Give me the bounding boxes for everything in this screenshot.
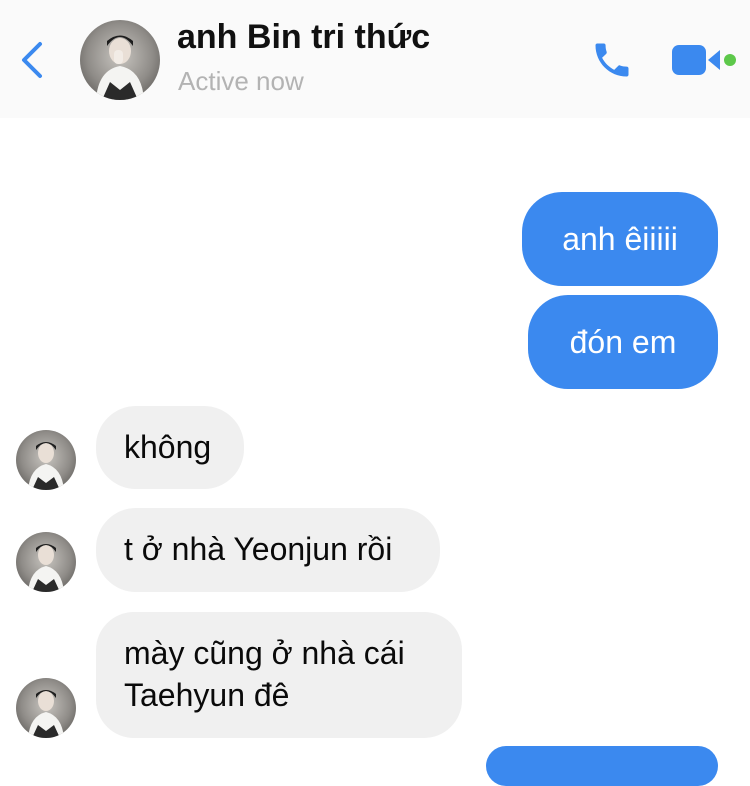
message-text: không: [124, 429, 212, 465]
message-text: t ở nhà Yeonjun rồi: [124, 531, 393, 567]
phone-icon: [595, 43, 629, 77]
call-button[interactable]: [590, 38, 634, 82]
received-message[interactable]: mày cũng ở nhà cái Taehyun đê: [96, 612, 462, 738]
sender-avatar: [16, 678, 76, 738]
received-message[interactable]: không: [96, 406, 244, 489]
message-text: anh êiiiii: [562, 221, 678, 257]
sent-message[interactable]: đón em: [528, 295, 718, 389]
video-camera-icon: [672, 45, 736, 75]
received-message[interactable]: t ở nhà Yeonjun rồi: [96, 508, 440, 592]
sender-avatar: [16, 532, 76, 592]
contact-avatar[interactable]: [80, 20, 160, 100]
sender-avatar: [16, 430, 76, 490]
sent-message[interactable]: anh êiiiii: [522, 192, 718, 286]
online-status-dot: [724, 54, 736, 66]
sent-message[interactable]: [486, 746, 718, 786]
contact-name: anh Bin tri thức: [177, 18, 431, 56]
chat-header: anh Bin tri thức Active now: [0, 0, 750, 118]
chevron-left-icon: [22, 42, 42, 78]
message-text-line: mày cũng ở nhà cái: [124, 635, 405, 671]
status-text: Active now: [178, 66, 304, 96]
back-button[interactable]: [14, 40, 48, 80]
video-call-button[interactable]: [670, 40, 738, 80]
message-text-line: Taehyun đê: [124, 677, 290, 713]
message-text: đón em: [569, 324, 677, 360]
